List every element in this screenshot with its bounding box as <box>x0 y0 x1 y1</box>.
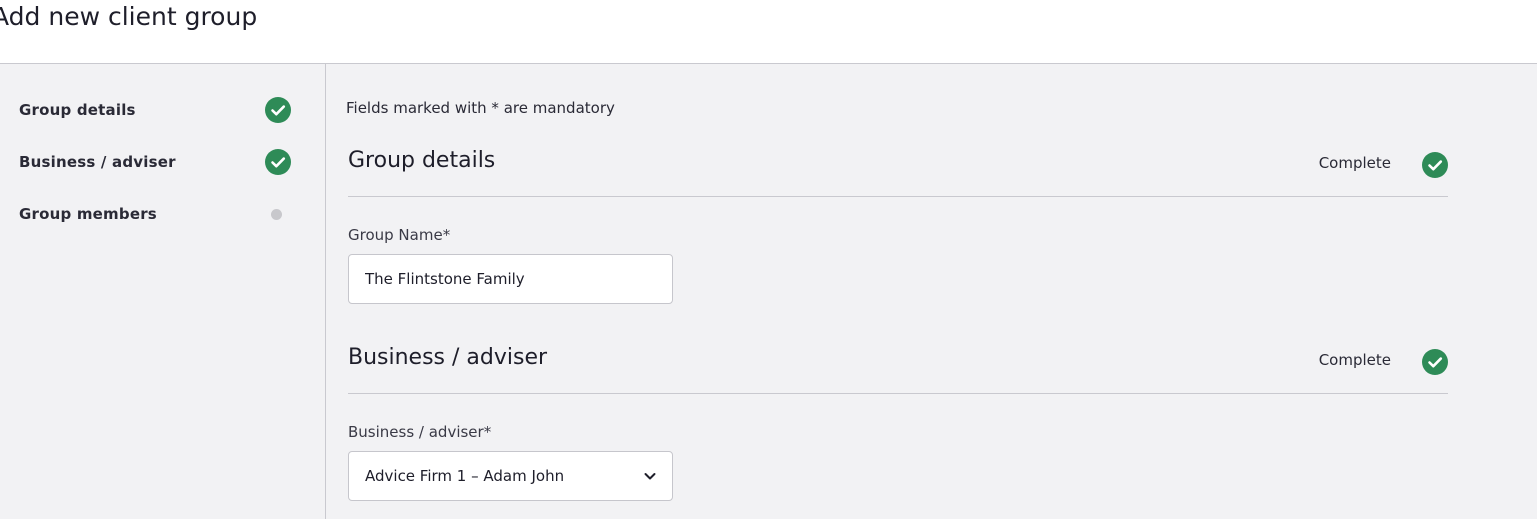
section-title: Business / adviser <box>348 345 548 370</box>
sidebar-step-label: Group members <box>19 205 157 223</box>
sidebar-step-group-members[interactable]: Group members <box>19 199 291 229</box>
section-group-details: Group details Complete Group Name* <box>348 130 1448 304</box>
sidebar-step-business-adviser[interactable]: Business / adviser <box>19 147 291 177</box>
check-circle-icon <box>1422 152 1448 178</box>
chevron-down-icon <box>642 468 658 488</box>
sidebar-step-label: Group details <box>19 101 136 119</box>
section-status: Complete <box>1318 154 1391 172</box>
business-adviser-label: Business / adviser* <box>348 423 492 441</box>
pending-dot-icon <box>271 209 282 220</box>
mandatory-fields-note: Fields marked with * are mandatory <box>346 99 615 117</box>
step-sidebar: Group details Business / adviser Group m… <box>0 64 326 519</box>
group-name-input[interactable] <box>348 254 673 304</box>
form-panel: Fields marked with * are mandatory Group… <box>326 64 1537 519</box>
section-header: Business / adviser Complete <box>348 327 1448 394</box>
business-adviser-selected-value: Advice Firm 1 – Adam John <box>365 467 565 485</box>
sidebar-step-group-details[interactable]: Group details <box>19 95 291 125</box>
section-status: Complete <box>1318 351 1391 369</box>
group-name-label: Group Name* <box>348 226 451 244</box>
section-header: Group details Complete <box>348 130 1448 197</box>
sidebar-step-label: Business / adviser <box>19 153 176 171</box>
check-circle-icon <box>265 149 291 175</box>
business-adviser-select[interactable]: Advice Firm 1 – Adam John <box>348 451 673 501</box>
page-title: Add new client group <box>0 2 258 31</box>
section-title: Group details <box>348 148 496 173</box>
section-business-adviser: Business / adviser Complete Business / a… <box>348 327 1448 501</box>
check-circle-icon <box>265 97 291 123</box>
check-circle-icon <box>1422 349 1448 375</box>
page-header: Add new client group <box>0 0 1537 64</box>
